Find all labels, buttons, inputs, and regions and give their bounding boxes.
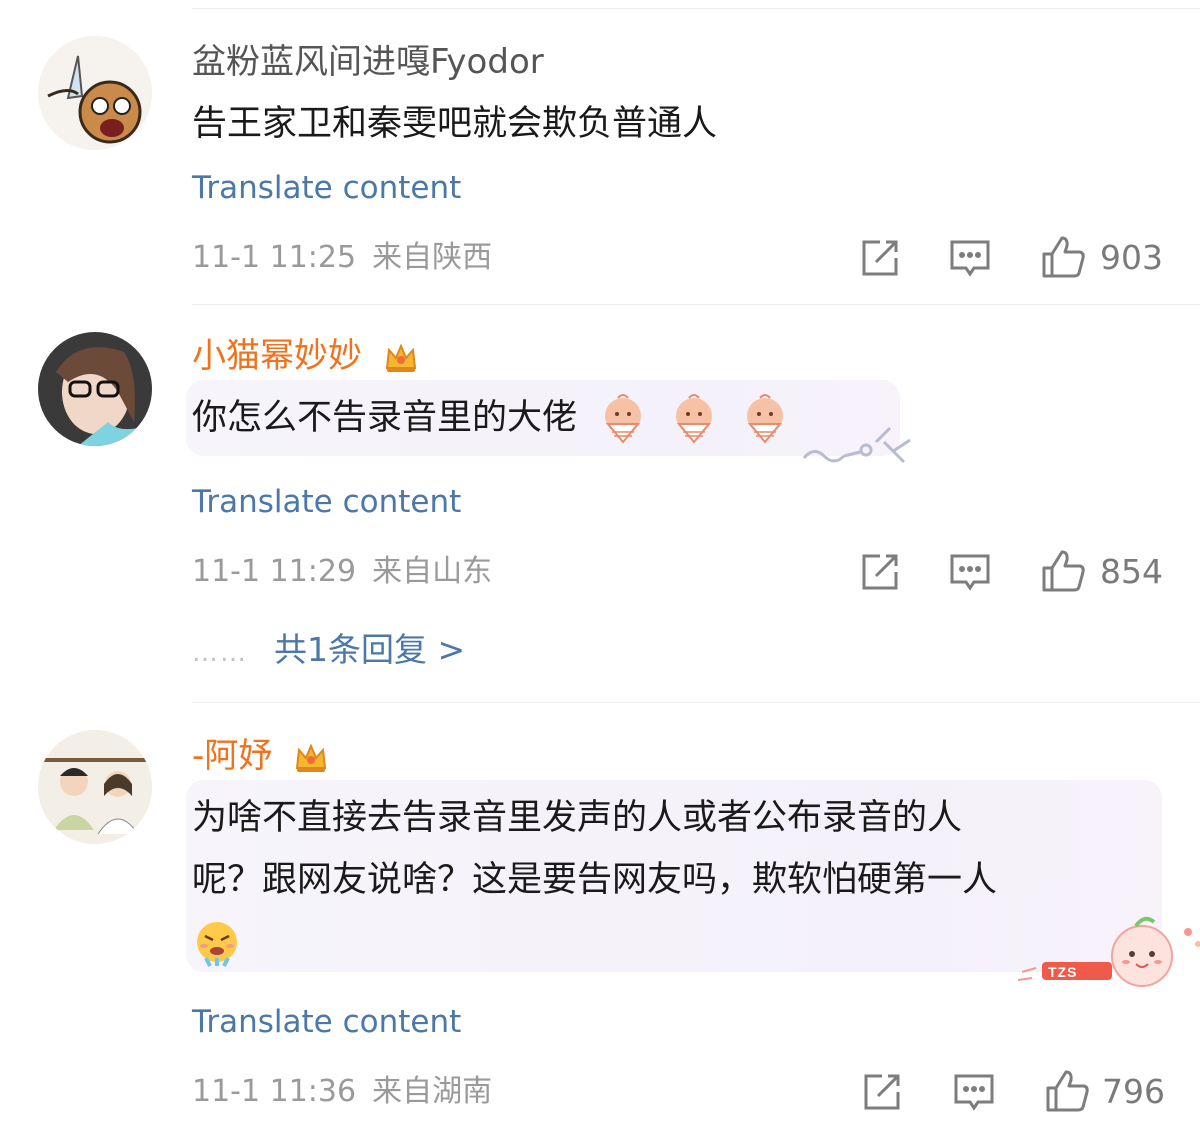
comment-item: -阿妤 为啥不直接去告录音里发声的人或者公布录音的人 呢？跟网友说啥？这是要告网…: [0, 702, 1200, 1144]
comment-text-line-3: [192, 912, 242, 973]
like-button[interactable]: [1044, 1068, 1089, 1112]
comment-button[interactable]: [948, 550, 992, 594]
comment-button[interactable]: [948, 236, 992, 280]
share-button[interactable]: [858, 236, 902, 280]
comment-item: 盆粉蓝风间进嘎Fyodor 告王家卫和秦雯吧就会欺负普通人 Translate …: [0, 0, 1200, 304]
share-button[interactable]: [860, 1070, 904, 1114]
comment-item: 小猫幂妙妙 你怎么不告录音里的大佬 Translate content 11-1…: [0, 304, 1200, 702]
comment-icon: [954, 1074, 994, 1111]
replies-label: 共1条回复 >: [274, 630, 466, 669]
username[interactable]: 盆粉蓝风间进嘎Fyodor: [192, 42, 544, 82]
thumbs-up-icon: [1046, 1070, 1089, 1112]
thumbs-up-icon: [1042, 550, 1085, 592]
comment-text: 你怎么不告录音里的大佬: [192, 388, 790, 449]
like-count: 854: [1100, 552, 1163, 591]
comment-time: 11-1 11:29: [192, 554, 357, 589]
view-replies-link[interactable]: …… 共1条回复 >: [192, 630, 465, 673]
translate-link[interactable]: Translate content: [192, 170, 461, 206]
fan-face-emoji: [676, 394, 713, 444]
avatar[interactable]: [38, 730, 152, 844]
comment-text: 告王家卫和秦雯吧就会欺负普通人: [192, 104, 718, 144]
bubble-tag-text: TZS: [1048, 964, 1078, 980]
avatar[interactable]: [38, 332, 152, 446]
comment-location: 来自湖南: [372, 1074, 493, 1109]
like-count: 903: [1100, 238, 1163, 277]
share-button[interactable]: [858, 550, 902, 594]
share-icon: [862, 240, 898, 276]
like-button[interactable]: [1040, 548, 1085, 592]
comment-time: 11-1 11:36: [192, 1074, 357, 1109]
comment-text-line-2: 呢？跟网友说啥？这是要告网友吗，欺软怕硬第一人: [192, 860, 998, 900]
comment-meta: 11-1 11:25 来自陕西: [192, 240, 492, 276]
crown-badge-icon: [295, 742, 327, 772]
username[interactable]: -阿妤: [192, 736, 329, 776]
share-icon: [862, 554, 898, 590]
comment-icon: [950, 240, 990, 277]
translate-link[interactable]: Translate content: [192, 484, 461, 520]
comment-text-content: 你怎么不告录音里的大佬: [192, 398, 578, 438]
share-icon: [864, 1074, 900, 1110]
username[interactable]: 小猫幂妙妙: [192, 336, 419, 376]
translate-link[interactable]: Translate content: [192, 1004, 461, 1040]
steaming-face-emoji: [197, 922, 237, 967]
comment-text-line-1: 为啥不直接去告录音里发声的人或者公布录音的人: [192, 798, 963, 838]
comment-meta: 11-1 11:36 来自湖南: [192, 1074, 492, 1110]
fan-face-emoji: [605, 394, 642, 444]
bubble-doodle-icon: [802, 426, 911, 464]
peach-mascot-icon: [1017, 916, 1200, 987]
crown-badge-icon: [385, 342, 416, 372]
username-text: -阿妤: [192, 736, 273, 776]
avatar[interactable]: [38, 36, 152, 150]
replies-dots: ……: [192, 638, 248, 668]
thumbs-up-icon: [1042, 236, 1085, 278]
like-count: 796: [1102, 1072, 1165, 1111]
comment-meta: 11-1 11:29 来自山东: [192, 554, 492, 590]
like-button[interactable]: [1040, 234, 1085, 278]
username-text: 小猫幂妙妙: [192, 336, 362, 376]
comment-icon: [950, 554, 990, 591]
comment-button[interactable]: [952, 1070, 996, 1114]
fan-face-emoji: [747, 394, 784, 444]
comment-location: 来自陕西: [372, 240, 493, 275]
comment-location: 来自山东: [372, 554, 493, 589]
comment-time: 11-1 11:25: [192, 240, 357, 275]
